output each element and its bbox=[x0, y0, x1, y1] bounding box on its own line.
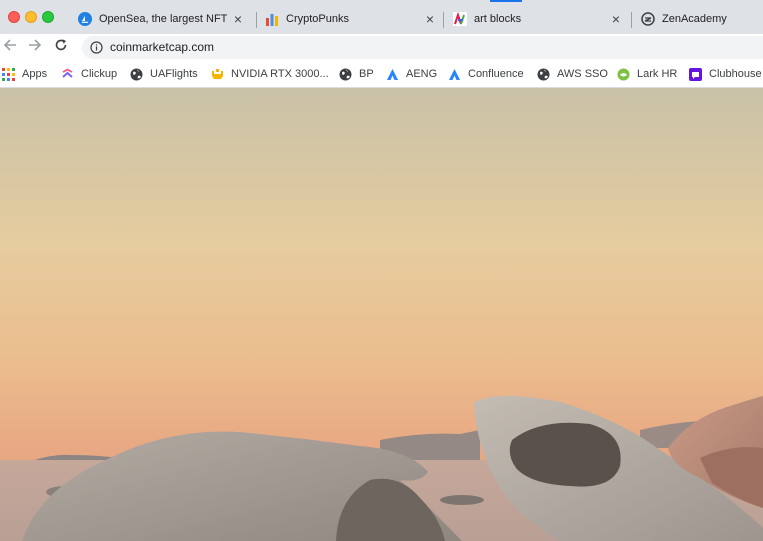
minimize-window-button[interactable] bbox=[25, 11, 37, 23]
tab-cryptopunks[interactable]: CryptoPunks × bbox=[265, 7, 442, 31]
bookmark-label: NVIDIA RTX 3000... bbox=[231, 68, 329, 80]
bookmark-label: Clubhouse bbox=[709, 68, 762, 80]
info-icon[interactable] bbox=[90, 41, 103, 54]
bookmark-label: Apps bbox=[22, 68, 48, 80]
tab-strip: OpenSea, the largest NFT m × CryptoPunks… bbox=[0, 0, 763, 34]
clickup-icon bbox=[61, 68, 74, 81]
bookmark-label: Confluence bbox=[468, 68, 524, 80]
page-viewport bbox=[0, 88, 763, 541]
tab-opensea[interactable]: OpenSea, the largest NFT m × bbox=[78, 7, 250, 31]
bookmark-apps[interactable]: Apps bbox=[2, 66, 47, 82]
clubhouse-icon bbox=[689, 67, 702, 81]
close-window-button[interactable] bbox=[8, 11, 20, 23]
bookmark-bp[interactable]: BP bbox=[339, 66, 374, 82]
tab-title: CryptoPunks bbox=[286, 13, 349, 25]
nvidia-icon bbox=[211, 68, 224, 81]
arrow-left-icon bbox=[3, 38, 17, 57]
tab-separator bbox=[256, 12, 257, 28]
background-landscape-image bbox=[0, 88, 763, 541]
bookmark-clubhouse[interactable]: Clubhouse bbox=[689, 66, 762, 82]
maximize-window-button[interactable] bbox=[42, 11, 54, 23]
cryptopunks-icon bbox=[265, 12, 279, 26]
bookmark-nvidia[interactable]: NVIDIA RTX 3000... bbox=[211, 66, 329, 82]
globe-icon bbox=[537, 68, 550, 81]
bookmark-label: Clickup bbox=[81, 68, 118, 80]
forward-button[interactable] bbox=[25, 37, 45, 57]
tab-zenacademy[interactable]: ZenAcademy bbox=[641, 7, 763, 31]
tab-close-icon[interactable]: × bbox=[230, 11, 246, 27]
tab-close-icon[interactable]: × bbox=[608, 11, 624, 27]
bookmark-lark-hr[interactable]: Lark HR bbox=[617, 66, 677, 82]
reload-button[interactable] bbox=[51, 37, 71, 57]
artblocks-icon bbox=[453, 11, 467, 26]
address-bar[interactable]: coinmarketcap.com bbox=[82, 36, 763, 59]
atlassian-icon bbox=[386, 68, 399, 81]
bookmarks-bar: Apps Clickup UAFlights NVIDIA RTX 3000..… bbox=[0, 61, 763, 88]
tab-loading-indicator bbox=[490, 0, 522, 2]
bookmark-label: BP bbox=[359, 68, 374, 80]
tab-separator bbox=[631, 12, 632, 28]
url-text[interactable]: coinmarketcap.com bbox=[110, 40, 214, 54]
globe-icon bbox=[130, 68, 143, 81]
bookmark-label: UAFlights bbox=[150, 68, 198, 80]
apps-grid-icon bbox=[2, 67, 15, 81]
bookmark-label: AWS SSO bbox=[557, 68, 608, 80]
arrow-right-icon bbox=[28, 38, 42, 57]
tab-title: ZenAcademy bbox=[662, 13, 727, 25]
bookmark-confluence[interactable]: Confluence bbox=[448, 66, 524, 82]
bookmark-clickup[interactable]: Clickup bbox=[61, 66, 117, 82]
bookmark-uaflights[interactable]: UAFlights bbox=[130, 66, 198, 82]
tab-close-icon[interactable]: × bbox=[422, 11, 438, 27]
atlassian-icon bbox=[448, 68, 461, 81]
globe-icon bbox=[339, 68, 352, 81]
tab-artblocks[interactable]: art blocks × bbox=[453, 7, 628, 31]
tab-title: OpenSea, the largest NFT m bbox=[99, 13, 231, 25]
reload-icon bbox=[54, 38, 68, 57]
bookmark-aws-sso[interactable]: AWS SSO bbox=[537, 66, 608, 82]
tab-separator bbox=[443, 12, 444, 28]
zenacademy-icon bbox=[641, 12, 655, 26]
bookmark-label: Lark HR bbox=[637, 68, 678, 80]
tab-title: art blocks bbox=[474, 13, 522, 25]
back-button[interactable] bbox=[0, 37, 20, 57]
bookmark-label: AENG bbox=[406, 68, 438, 80]
bookmark-aeng[interactable]: AENG bbox=[386, 66, 437, 82]
lark-icon bbox=[617, 68, 630, 81]
browser-toolbar: coinmarketcap.com bbox=[0, 34, 763, 61]
opensea-icon bbox=[78, 12, 92, 26]
